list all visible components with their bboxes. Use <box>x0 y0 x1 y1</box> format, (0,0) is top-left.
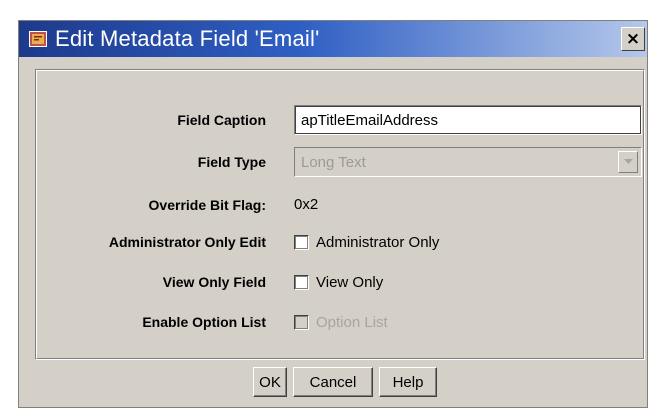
view-only-checkbox[interactable] <box>294 274 309 290</box>
override-bit-flag-label: Override Bit Flag: <box>148 197 266 213</box>
chevron-down-icon <box>623 159 633 164</box>
field-type-selected: Long Text <box>301 153 366 171</box>
field-caption-row: Field Caption <box>36 105 644 135</box>
administrator-only-checkbox-label[interactable]: Administrator Only <box>316 234 439 251</box>
field-properties-panel: Field Caption Field Type Long Text <box>35 69 645 360</box>
option-list-checkbox-group: Option List <box>294 314 388 331</box>
field-caption-input[interactable] <box>294 105 642 135</box>
window-title: Edit Metadata Field 'Email' <box>55 26 320 51</box>
help-button[interactable]: Help <box>379 367 437 397</box>
dialog-buttons: OK Cancel Help <box>19 367 647 397</box>
title-bar[interactable]: Edit Metadata Field 'Email' × <box>19 21 647 57</box>
field-type-row: Field Type Long Text <box>36 147 644 177</box>
administrator-only-edit-row: Administrator Only Edit Administrator On… <box>36 228 644 256</box>
enable-option-list-label: Enable Option List <box>142 314 266 330</box>
administrator-only-checkbox[interactable] <box>294 234 309 250</box>
ok-button[interactable]: OK <box>253 367 287 397</box>
field-caption-label: Field Caption <box>177 112 266 128</box>
dropdown-arrow-button[interactable] <box>618 151 638 173</box>
metadata-form-icon <box>29 31 47 47</box>
option-list-checkbox-label: Option List <box>316 313 388 331</box>
close-icon: × <box>625 29 641 49</box>
override-bit-flag-row: Override Bit Flag: 0x2 <box>36 191 644 219</box>
enable-option-list-row: Enable Option List Option List <box>36 308 644 336</box>
option-list-checkbox <box>294 314 309 330</box>
view-only-checkbox-label[interactable]: View Only <box>316 274 383 291</box>
view-only-field-label: View Only Field <box>162 274 266 290</box>
administrator-only-edit-label: Administrator Only Edit <box>108 234 266 250</box>
view-only-checkbox-group[interactable]: View Only <box>294 274 383 291</box>
close-button[interactable]: × <box>621 27 645 51</box>
override-bit-flag-value: 0x2 <box>294 196 319 213</box>
field-type-label: Field Type <box>197 154 266 170</box>
edit-metadata-dialog: Edit Metadata Field 'Email' × Field Capt… <box>18 20 648 408</box>
administrator-only-checkbox-group[interactable]: Administrator Only <box>294 234 439 251</box>
cancel-button[interactable]: Cancel <box>293 367 373 397</box>
view-only-field-row: View Only Field View Only <box>36 268 644 296</box>
field-type-select[interactable]: Long Text <box>294 147 642 177</box>
